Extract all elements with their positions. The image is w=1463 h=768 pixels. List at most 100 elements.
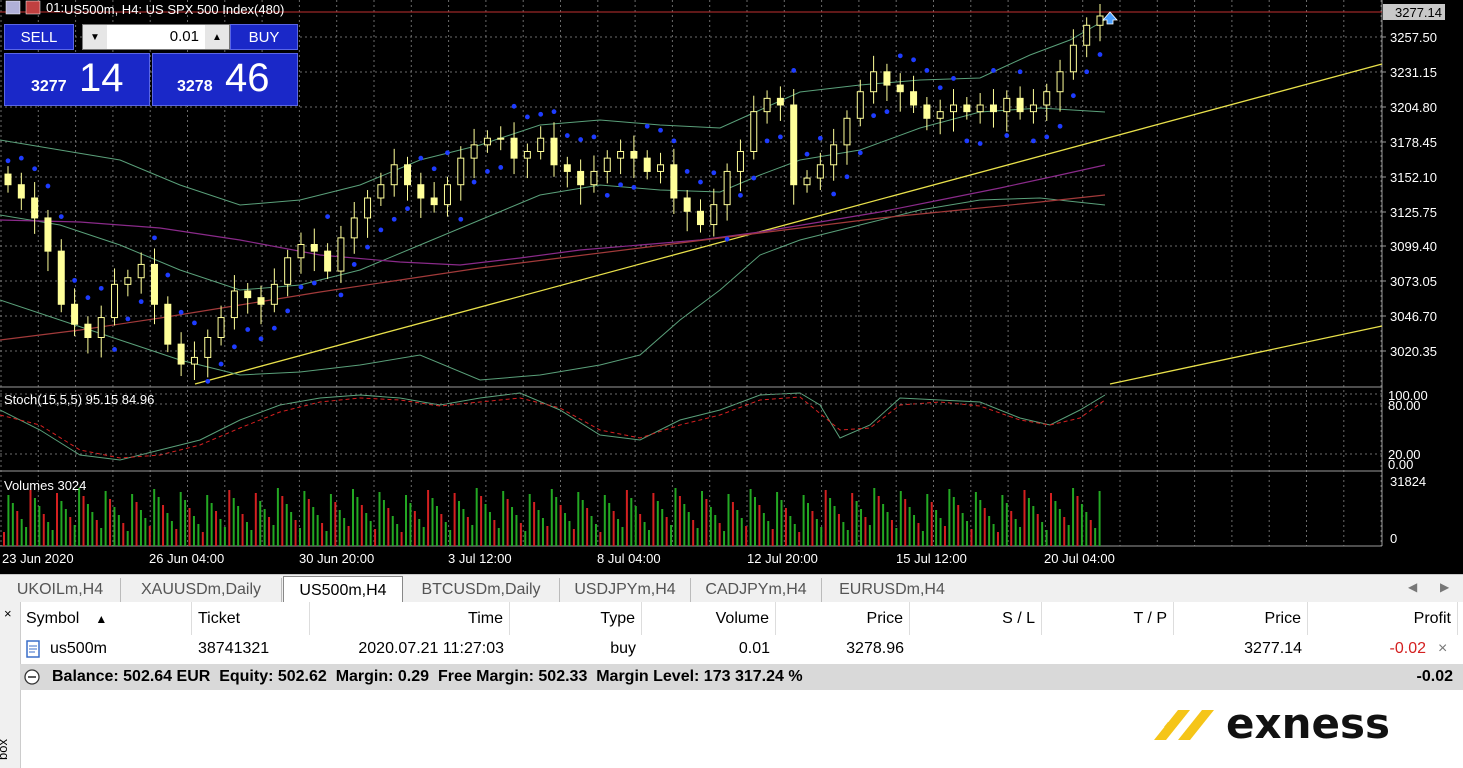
sar-dot [618,182,623,188]
price-axis-label: 3231.15 [1390,65,1437,80]
price-axis-label: 3073.05 [1390,274,1437,289]
sar-dot [591,134,597,140]
tab-eurusdm[interactable]: EURUSDm,H4 [822,578,962,602]
sar-dot [445,150,450,156]
lot-decrease-icon[interactable]: ▼ [83,25,107,49]
header-symbol[interactable]: Symbol ▲ [20,602,192,635]
tab-us500m[interactable]: US500m,H4 [283,576,403,604]
order-time: 2020.07.21 11:27:03 [358,640,504,657]
order-current-price: 3277.14 [1244,640,1302,657]
lot-size-value[interactable]: 0.01 [109,25,203,49]
candle-body [244,290,252,299]
sar-dot [1044,134,1050,140]
candle-body [257,297,265,305]
sar-dot [218,361,224,367]
candle-body [297,244,305,259]
candle-body [696,210,704,226]
candle-body [1096,15,1104,26]
chart-area[interactable]: 3257.50 3231.15 3204.80 3178.45 3152.10 3125.… [0,0,1463,574]
header-type[interactable]: Type [510,602,642,635]
order-open-price: 3278.96 [846,640,904,657]
price-axis-label: 3152.10 [1390,170,1437,185]
candle-body [723,170,731,206]
header-time[interactable]: Time [310,602,510,635]
sar-dot [1031,138,1036,144]
candle-body [1029,104,1037,113]
sar-dot [777,134,783,140]
terminal-close-icon[interactable]: × [4,606,12,621]
header-profit[interactable]: Profit [1308,602,1458,635]
sar-dot [911,57,916,63]
tab-xauusdm[interactable]: XAUUSDm,Daily [121,578,282,602]
order-stop-loss[interactable] [910,637,1042,661]
trendline-upper[interactable] [194,63,1383,385]
tab-usdjpym[interactable]: USDJPYm,H4 [560,578,691,602]
candle-body [404,164,412,186]
order-take-profit[interactable] [1042,637,1174,661]
candle-body [177,343,185,365]
sar-dot [405,206,410,212]
sort-ascending-icon: ▲ [95,611,108,626]
header-price[interactable]: Price [776,602,910,635]
tab-cadjpym[interactable]: CADJPYm,H4 [691,578,822,602]
candle-body [324,250,332,272]
sar-dot [711,170,717,176]
header-sl[interactable]: S / L [910,602,1042,635]
candle-body [497,137,505,140]
header-current-price[interactable]: Price [1174,602,1308,635]
sar-dot [751,175,757,181]
order-close-icon[interactable]: × [1432,637,1458,661]
candle-body [750,111,758,153]
candle-body [310,244,318,252]
header-volume[interactable]: Volume [642,602,776,635]
time-axis-label: 12 Jul 20:00 [747,551,818,566]
tab-btcusdm[interactable]: BTCUSDm,Daily [403,578,560,602]
stochastic-main-line [0,392,1106,461]
sar-dot [351,262,357,267]
order-document-icon [26,640,40,658]
candle-body [84,323,92,339]
trendline-lower[interactable] [1109,325,1383,385]
candle-body [364,197,372,219]
collapse-icon[interactable] [24,669,40,685]
sar-dot [485,169,490,174]
ask-price-button[interactable]: 3278 46 [152,53,298,106]
candle-body [1043,91,1051,106]
buy-order-arrow-icon[interactable] [1102,11,1118,25]
sar-dot [724,236,730,242]
sar-dot [551,109,557,115]
time-axis-label: 15 Jul 12:00 [896,551,967,566]
candle-body [137,263,145,279]
sar-dot [138,299,144,305]
candle-body [417,184,425,199]
lot-increase-icon[interactable]: ▲ [205,25,229,49]
header-ticket[interactable]: Ticket [192,602,310,635]
sar-dot [192,320,197,326]
tab-scroll-right-icon[interactable]: ▶ [1440,580,1449,594]
candle-body [1083,24,1091,46]
candle-body [657,164,665,172]
exness-logo: exness [1150,699,1440,750]
candle-body [830,144,838,166]
candle-body [710,204,718,226]
candle-body [630,151,638,159]
sar-dot [897,53,903,59]
tab-ukoilm[interactable]: UKOILm,H4 [0,578,121,602]
candle-body [430,197,438,206]
header-tp[interactable]: T / P [1042,602,1174,635]
candle-body [510,137,518,159]
candle-body [71,303,79,325]
candle-body [390,164,398,186]
sar-dot [1004,133,1010,138]
sar-dot [258,336,264,342]
tab-scroll-left-icon[interactable]: ◀ [1408,580,1417,594]
buy-button[interactable]: BUY [230,24,298,50]
candle-body [17,184,25,199]
lot-size-field[interactable]: ▼ 0.01 ▲ [82,24,230,50]
sell-button[interactable]: SELL [4,24,74,50]
order-ticket: 38741321 [198,640,270,657]
chart-title: US500m, H4: US SPX 500 Index(480) [64,2,284,17]
header-symbol-label: Symbol [26,609,80,627]
bid-price-button[interactable]: 3277 14 [4,53,150,106]
ask-price-small: 3278 [177,78,213,95]
